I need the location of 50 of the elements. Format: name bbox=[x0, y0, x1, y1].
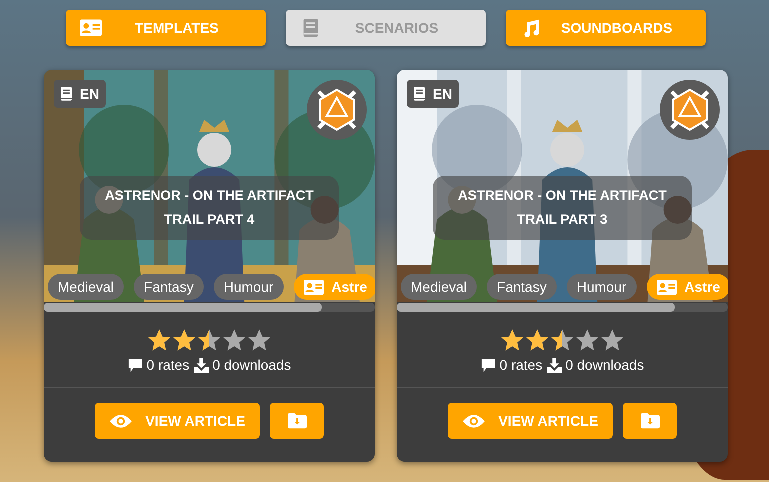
comment-icon bbox=[128, 358, 143, 372]
genre-tag[interactable]: Fantasy bbox=[487, 274, 557, 300]
genre-tag[interactable]: Humour bbox=[214, 274, 284, 300]
nav-tab[interactable]: SOUNDBOARDS bbox=[506, 10, 706, 46]
genre-tag[interactable]: Humour bbox=[566, 274, 637, 300]
download-icon bbox=[546, 358, 562, 372]
star-icon bbox=[550, 328, 575, 353]
star-icon bbox=[525, 328, 550, 353]
genre-tag[interactable]: Medieval bbox=[401, 274, 478, 300]
nav-tab[interactable]: TEMPLATES bbox=[66, 10, 266, 46]
downloads-count: 0 downloads bbox=[212, 357, 292, 373]
id-card-icon bbox=[80, 19, 102, 37]
star-icon bbox=[197, 328, 222, 353]
template-tag[interactable]: Astre bbox=[646, 274, 728, 300]
language-label: EN bbox=[433, 86, 452, 102]
template-tag[interactable]: Astre bbox=[294, 274, 375, 300]
eye-icon bbox=[462, 414, 485, 428]
view-article-button[interactable]: VIEW ARTICLE bbox=[448, 403, 613, 439]
downloads-count: 0 downloads bbox=[566, 357, 644, 373]
star-icon bbox=[172, 328, 197, 353]
d20-swords-logo-icon bbox=[307, 80, 367, 140]
eye-icon bbox=[110, 414, 132, 428]
language-label: EN bbox=[80, 86, 100, 102]
scrollbar[interactable] bbox=[44, 303, 375, 312]
genre-tag[interactable]: Medieval bbox=[48, 274, 124, 300]
view-article-button[interactable]: VIEW ARTICLE bbox=[95, 403, 260, 439]
star-icon bbox=[247, 328, 272, 353]
nav-tab[interactable]: SCENARIOS bbox=[286, 10, 486, 46]
download-icon bbox=[194, 358, 209, 372]
download-button[interactable] bbox=[623, 403, 677, 439]
star-icon bbox=[147, 328, 172, 353]
rates-count: 0 rates bbox=[500, 357, 543, 373]
scenario-title: ASTRENOR - ON THE ARTIFACT TRAIL PART 4 bbox=[80, 176, 339, 240]
book-icon bbox=[414, 87, 425, 101]
rates-count: 0 rates bbox=[146, 357, 190, 373]
book-icon bbox=[61, 87, 72, 101]
id-card-icon bbox=[656, 280, 677, 294]
star-icon bbox=[600, 328, 625, 353]
scenario-title: ASTRENOR - ON THE ARTIFACT TRAIL PART 3 bbox=[433, 176, 692, 240]
genre-tag[interactable]: Fantasy bbox=[134, 274, 204, 300]
folder-download-icon bbox=[640, 413, 660, 429]
scrollbar[interactable] bbox=[397, 303, 728, 312]
folder-download-icon bbox=[288, 413, 306, 429]
star-icon bbox=[222, 328, 247, 353]
star-icon bbox=[575, 328, 600, 353]
star-icon bbox=[500, 328, 525, 353]
comment-icon bbox=[480, 358, 496, 372]
d20-swords-logo-icon bbox=[660, 80, 720, 140]
id-card-icon bbox=[304, 280, 324, 294]
download-button[interactable] bbox=[270, 403, 324, 439]
